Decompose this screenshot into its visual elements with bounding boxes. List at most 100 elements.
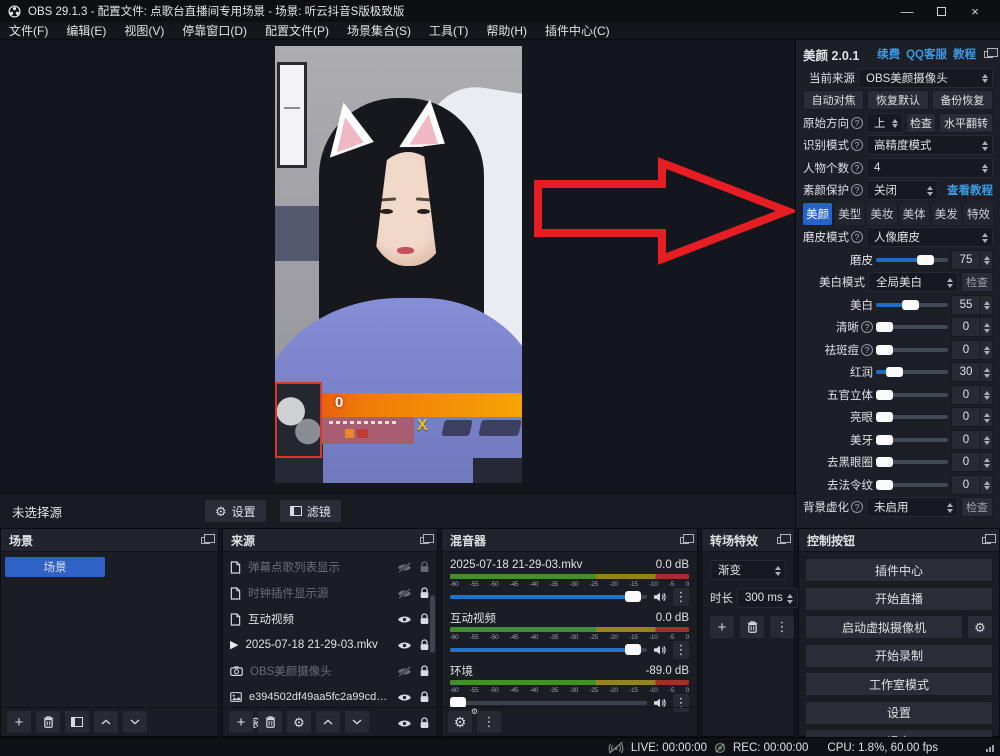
popout-icon[interactable]: [982, 537, 991, 544]
menu-help[interactable]: 帮助(H): [477, 22, 536, 39]
studio-mode-button[interactable]: 工作室模式: [805, 672, 993, 696]
white-mode-dropdown[interactable]: 全局美白: [868, 272, 958, 292]
move-source-down-button[interactable]: [345, 711, 369, 733]
dark-circles-slider[interactable]: [876, 460, 948, 464]
rosy-slider[interactable]: [876, 370, 948, 374]
nasolabial-value-spinbox[interactable]: 0: [951, 475, 993, 495]
channel-menu-button[interactable]: ⋮: [673, 641, 689, 659]
face-3d-slider[interactable]: [876, 393, 948, 397]
slider-handle[interactable]: [876, 390, 893, 400]
sources-scrollbar[interactable]: [430, 595, 435, 653]
start-recording-button[interactable]: 开始录制: [805, 644, 993, 668]
help-icon[interactable]: ?: [851, 184, 863, 196]
lock-icon[interactable]: [419, 561, 430, 573]
source-filters-button[interactable]: 滤镜: [279, 499, 342, 523]
bright-eyes-slider[interactable]: [876, 415, 948, 419]
close-button[interactable]: ×: [958, 0, 992, 22]
help-icon[interactable]: ?: [851, 139, 863, 151]
channel-menu-button[interactable]: ⋮: [673, 588, 689, 606]
blemish-value-spinbox[interactable]: 0: [951, 340, 993, 360]
remove-source-button[interactable]: [258, 711, 282, 733]
bright-eyes-value-spinbox[interactable]: 0: [951, 407, 993, 427]
menu-tools[interactable]: 工具(T): [420, 22, 477, 39]
help-icon[interactable]: ?: [861, 321, 873, 333]
whiten-slider[interactable]: [876, 303, 948, 307]
eye-visible-icon[interactable]: [397, 640, 412, 651]
smooth-value-spinbox[interactable]: 75: [951, 250, 993, 270]
orientation-check-button[interactable]: 检查: [906, 113, 936, 133]
minimize-button[interactable]: —: [890, 0, 924, 22]
clarity-value-spinbox[interactable]: 0: [951, 317, 993, 337]
add-scene-button[interactable]: +: [7, 711, 31, 733]
volume-slider[interactable]: [450, 595, 647, 599]
transition-type-dropdown[interactable]: 渐变: [710, 560, 786, 580]
advanced-audio-button[interactable]: ⚙⚙: [448, 711, 472, 733]
detect-mode-dropdown[interactable]: 高精度模式: [866, 135, 993, 155]
dark-circles-value-spinbox[interactable]: 0: [951, 452, 993, 472]
slider-handle[interactable]: [917, 255, 934, 265]
source-row[interactable]: OBS美颜摄像头: [223, 658, 437, 684]
add-transition-button[interactable]: +: [710, 616, 734, 638]
backup-restore-button[interactable]: 备份恢复: [932, 90, 993, 110]
popout-icon[interactable]: [680, 537, 689, 544]
source-properties-button[interactable]: ⚙: [287, 711, 311, 733]
volume-handle[interactable]: [625, 591, 641, 602]
horizontal-flip-button[interactable]: 水平翻转: [939, 113, 993, 133]
menu-file[interactable]: 文件(F): [0, 22, 57, 39]
restore-default-button[interactable]: 恢复默认: [867, 90, 928, 110]
source-row[interactable]: ▶ 2025-07-18 21-29-03.mkv: [223, 632, 437, 658]
tab-beauty[interactable]: 美颜: [803, 203, 832, 225]
smooth-slider[interactable]: [876, 258, 948, 262]
menu-docks[interactable]: 停靠窗口(D): [173, 22, 256, 39]
slider-handle[interactable]: [902, 300, 919, 310]
slider-handle[interactable]: [876, 435, 893, 445]
eye-visible-icon[interactable]: [397, 614, 412, 625]
slider-handle[interactable]: [876, 412, 893, 422]
person-count-spinbox[interactable]: 4: [866, 158, 993, 178]
tab-reshape[interactable]: 美型: [835, 203, 864, 225]
menu-view[interactable]: 视图(V): [115, 22, 173, 39]
teeth-value-spinbox[interactable]: 0: [951, 430, 993, 450]
tab-hair[interactable]: 美发: [932, 203, 961, 225]
move-scene-up-button[interactable]: [94, 711, 118, 733]
whiten-value-spinbox[interactable]: 55: [951, 295, 993, 315]
eye-hidden-icon[interactable]: [397, 666, 412, 677]
lock-icon[interactable]: [419, 587, 430, 599]
preview-canvas[interactable]: 0 X: [0, 40, 795, 493]
add-source-button[interactable]: +: [229, 711, 253, 733]
help-icon[interactable]: ?: [861, 344, 873, 356]
transition-menu-button[interactable]: ⋮: [770, 616, 794, 638]
scene-list-item[interactable]: 场景: [5, 557, 105, 577]
duration-spinbox[interactable]: 300 ms: [737, 588, 798, 608]
slider-handle[interactable]: [876, 457, 893, 467]
renew-link[interactable]: 续费: [877, 46, 900, 62]
tab-effects[interactable]: 特效: [964, 203, 993, 225]
orientation-dropdown[interactable]: 上: [866, 113, 903, 133]
rosy-value-spinbox[interactable]: 30: [951, 362, 993, 382]
remove-transition-button[interactable]: [740, 616, 764, 638]
teeth-slider[interactable]: [876, 438, 948, 442]
popout-icon[interactable]: [420, 537, 429, 544]
eye-hidden-icon[interactable]: [397, 588, 412, 599]
menu-edit[interactable]: 编辑(E): [57, 22, 115, 39]
slider-handle[interactable]: [876, 345, 893, 355]
popout-icon[interactable]: [984, 51, 993, 58]
lock-icon[interactable]: [419, 691, 430, 703]
move-source-up-button[interactable]: [316, 711, 340, 733]
volume-handle[interactable]: [625, 644, 641, 655]
tab-makeup[interactable]: 美妆: [867, 203, 896, 225]
help-icon[interactable]: ?: [851, 117, 863, 129]
plugin-center-button[interactable]: 插件中心: [805, 558, 993, 582]
bokeh-dropdown[interactable]: 未启用: [866, 497, 958, 517]
help-icon[interactable]: ?: [851, 162, 863, 174]
qq-support-link[interactable]: QQ客服: [906, 46, 947, 62]
tab-body[interactable]: 美体: [900, 203, 929, 225]
slider-handle[interactable]: [886, 367, 903, 377]
help-icon[interactable]: ?: [851, 501, 863, 513]
help-icon[interactable]: ?: [851, 231, 863, 243]
slider-handle[interactable]: [876, 480, 893, 490]
popout-icon[interactable]: [777, 537, 786, 544]
scene-filters-button[interactable]: [65, 711, 89, 733]
autofocus-button[interactable]: 自动对焦: [803, 90, 864, 110]
move-scene-down-button[interactable]: [123, 711, 147, 733]
